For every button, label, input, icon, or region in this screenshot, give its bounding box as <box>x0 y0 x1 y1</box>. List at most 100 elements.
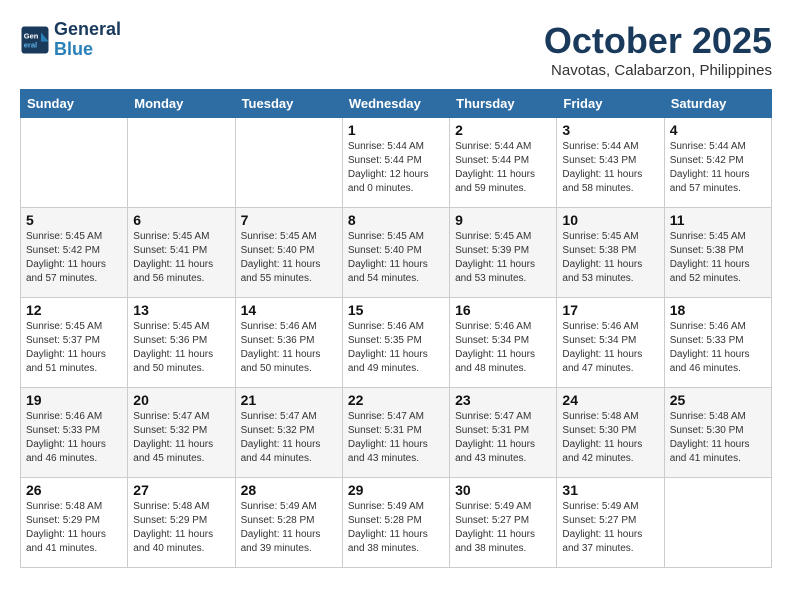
day-number: 10 <box>562 212 658 228</box>
day-info: Sunrise: 5:45 AM Sunset: 5:37 PM Dayligh… <box>26 320 122 376</box>
calendar-cell: 5 Sunrise: 5:45 AM Sunset: 5:42 PM Daylig… <box>21 208 128 298</box>
calendar-week-5: 26 Sunrise: 5:48 AM Sunset: 5:29 PM Dayli… <box>21 478 772 568</box>
day-info: Sunrise: 5:46 AM Sunset: 5:36 PM Dayligh… <box>241 320 337 376</box>
day-info: Sunrise: 5:49 AM Sunset: 5:28 PM Dayligh… <box>241 500 337 556</box>
day-number: 14 <box>241 302 337 318</box>
day-number: 16 <box>455 302 551 318</box>
day-number: 24 <box>562 392 658 408</box>
calendar-cell: 4 Sunrise: 5:44 AM Sunset: 5:42 PM Daylig… <box>664 118 771 208</box>
day-info: Sunrise: 5:48 AM Sunset: 5:30 PM Dayligh… <box>562 410 658 466</box>
calendar-cell <box>128 118 235 208</box>
calendar-week-2: 5 Sunrise: 5:45 AM Sunset: 5:42 PM Daylig… <box>21 208 772 298</box>
day-number: 17 <box>562 302 658 318</box>
day-number: 31 <box>562 482 658 498</box>
column-header-thursday: Thursday <box>450 90 557 118</box>
calendar-cell: 21Sunrise: 5:47 AM Sunset: 5:32 PM Dayli… <box>235 388 342 478</box>
calendar-cell: 19Sunrise: 5:46 AM Sunset: 5:33 PM Dayli… <box>21 388 128 478</box>
day-info: Sunrise: 5:46 AM Sunset: 5:33 PM Dayligh… <box>26 410 122 466</box>
day-info: Sunrise: 5:49 AM Sunset: 5:27 PM Dayligh… <box>562 500 658 556</box>
day-number: 6 <box>133 212 229 228</box>
day-info: Sunrise: 5:47 AM Sunset: 5:31 PM Dayligh… <box>348 410 444 466</box>
day-number: 12 <box>26 302 122 318</box>
day-number: 22 <box>348 392 444 408</box>
day-number: 27 <box>133 482 229 498</box>
calendar-cell: 27 Sunrise: 5:48 AM Sunset: 5:29 PM Dayli… <box>128 478 235 568</box>
day-info: Sunrise: 5:48 AM Sunset: 5:29 PM Dayligh… <box>133 500 229 556</box>
day-number: 4 <box>670 122 766 138</box>
calendar-cell: 3 Sunrise: 5:44 AM Sunset: 5:43 PM Daylig… <box>557 118 664 208</box>
calendar-cell: 29Sunrise: 5:49 AM Sunset: 5:28 PM Dayli… <box>342 478 449 568</box>
title-area: October 2025 Navotas, Calabarzon, Philip… <box>544 20 772 79</box>
day-info: Sunrise: 5:44 AM Sunset: 5:42 PM Dayligh… <box>670 140 766 196</box>
day-number: 2 <box>455 122 551 138</box>
day-info: Sunrise: 5:48 AM Sunset: 5:29 PM Dayligh… <box>26 500 122 556</box>
calendar-cell <box>664 478 771 568</box>
location: Navotas, Calabarzon, Philippines <box>544 62 772 79</box>
day-info: Sunrise: 5:47 AM Sunset: 5:31 PM Dayligh… <box>455 410 551 466</box>
calendar-cell: 25Sunrise: 5:48 AM Sunset: 5:30 PM Dayli… <box>664 388 771 478</box>
day-number: 29 <box>348 482 444 498</box>
column-header-monday: Monday <box>128 90 235 118</box>
page-header: Gen eral General Blue October 2025 Navot… <box>20 20 772 79</box>
calendar-cell: 14 Sunrise: 5:46 AM Sunset: 5:36 PM Dayli… <box>235 298 342 388</box>
calendar-cell: 20 Sunrise: 5:47 AM Sunset: 5:32 PM Dayli… <box>128 388 235 478</box>
day-info: Sunrise: 5:45 AM Sunset: 5:42 PM Dayligh… <box>26 230 122 286</box>
calendar-cell: 12 Sunrise: 5:45 AM Sunset: 5:37 PM Dayli… <box>21 298 128 388</box>
day-number: 5 <box>26 212 122 228</box>
calendar-week-3: 12 Sunrise: 5:45 AM Sunset: 5:37 PM Dayli… <box>21 298 772 388</box>
calendar-cell: 9 Sunrise: 5:45 AM Sunset: 5:39 PM Daylig… <box>450 208 557 298</box>
day-number: 20 <box>133 392 229 408</box>
calendar-cell: 15 Sunrise: 5:46 AM Sunset: 5:35 PM Dayli… <box>342 298 449 388</box>
day-number: 1 <box>348 122 444 138</box>
calendar-cell: 31 Sunrise: 5:49 AM Sunset: 5:27 PM Dayli… <box>557 478 664 568</box>
day-info: Sunrise: 5:46 AM Sunset: 5:33 PM Dayligh… <box>670 320 766 376</box>
day-info: Sunrise: 5:49 AM Sunset: 5:27 PM Dayligh… <box>455 500 551 556</box>
calendar-header-row: SundayMondayTuesdayWednesdayThursdayFrid… <box>21 90 772 118</box>
logo-icon: Gen eral <box>20 25 50 55</box>
day-number: 8 <box>348 212 444 228</box>
calendar-cell: 17 Sunrise: 5:46 AM Sunset: 5:34 PM Dayli… <box>557 298 664 388</box>
calendar-cell: 11Sunrise: 5:45 AM Sunset: 5:38 PM Dayli… <box>664 208 771 298</box>
day-info: Sunrise: 5:45 AM Sunset: 5:39 PM Dayligh… <box>455 230 551 286</box>
day-info: Sunrise: 5:45 AM Sunset: 5:38 PM Dayligh… <box>670 230 766 286</box>
day-number: 9 <box>455 212 551 228</box>
day-number: 7 <box>241 212 337 228</box>
day-number: 25 <box>670 392 766 408</box>
month-title: October 2025 <box>544 20 772 62</box>
day-info: Sunrise: 5:44 AM Sunset: 5:44 PM Dayligh… <box>455 140 551 196</box>
day-info: Sunrise: 5:45 AM Sunset: 5:38 PM Dayligh… <box>562 230 658 286</box>
calendar-cell: 23Sunrise: 5:47 AM Sunset: 5:31 PM Dayli… <box>450 388 557 478</box>
day-info: Sunrise: 5:44 AM Sunset: 5:43 PM Dayligh… <box>562 140 658 196</box>
column-header-saturday: Saturday <box>664 90 771 118</box>
calendar-cell: 1Sunrise: 5:44 AM Sunset: 5:44 PM Daylig… <box>342 118 449 208</box>
day-number: 3 <box>562 122 658 138</box>
column-header-tuesday: Tuesday <box>235 90 342 118</box>
calendar-cell <box>21 118 128 208</box>
calendar-cell: 8 Sunrise: 5:45 AM Sunset: 5:40 PM Daylig… <box>342 208 449 298</box>
svg-text:Gen: Gen <box>24 31 39 40</box>
day-number: 13 <box>133 302 229 318</box>
day-info: Sunrise: 5:45 AM Sunset: 5:40 PM Dayligh… <box>241 230 337 286</box>
calendar-cell: 7 Sunrise: 5:45 AM Sunset: 5:40 PM Daylig… <box>235 208 342 298</box>
day-number: 15 <box>348 302 444 318</box>
logo: Gen eral General Blue <box>20 20 121 60</box>
day-info: Sunrise: 5:46 AM Sunset: 5:34 PM Dayligh… <box>455 320 551 376</box>
day-number: 26 <box>26 482 122 498</box>
column-header-friday: Friday <box>557 90 664 118</box>
day-info: Sunrise: 5:45 AM Sunset: 5:40 PM Dayligh… <box>348 230 444 286</box>
column-header-sunday: Sunday <box>21 90 128 118</box>
day-info: Sunrise: 5:46 AM Sunset: 5:35 PM Dayligh… <box>348 320 444 376</box>
calendar-cell: 6Sunrise: 5:45 AM Sunset: 5:41 PM Daylig… <box>128 208 235 298</box>
calendar-cell <box>235 118 342 208</box>
day-info: Sunrise: 5:46 AM Sunset: 5:34 PM Dayligh… <box>562 320 658 376</box>
day-info: Sunrise: 5:47 AM Sunset: 5:32 PM Dayligh… <box>133 410 229 466</box>
day-number: 30 <box>455 482 551 498</box>
day-number: 21 <box>241 392 337 408</box>
svg-text:eral: eral <box>24 40 37 49</box>
calendar-cell: 30 Sunrise: 5:49 AM Sunset: 5:27 PM Dayli… <box>450 478 557 568</box>
day-number: 28 <box>241 482 337 498</box>
calendar-cell: 13 Sunrise: 5:45 AM Sunset: 5:36 PM Dayli… <box>128 298 235 388</box>
calendar-cell: 10 Sunrise: 5:45 AM Sunset: 5:38 PM Dayli… <box>557 208 664 298</box>
calendar-body: 1 Sunrise: 5:44 AM Sunset: 5:44 PM Daylig… <box>21 118 772 568</box>
day-info: Sunrise: 5:45 AM Sunset: 5:36 PM Dayligh… <box>133 320 229 376</box>
